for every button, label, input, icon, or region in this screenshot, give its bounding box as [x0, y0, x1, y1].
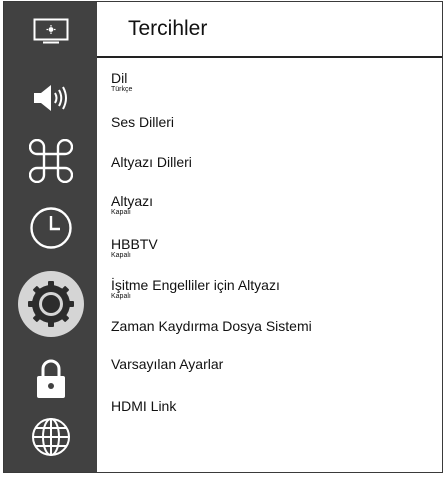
menu-item-hearing-impaired-subtitles[interactable]: İşitme Engelliler için Altyazı Kapalı [111, 277, 280, 301]
sidebar-item-preferences[interactable] [4, 271, 97, 337]
menu-item-label: Altyazı Dilleri [111, 154, 192, 170]
sidebar-item-picture[interactable] [4, 12, 97, 50]
menu-item-value: Kapalı [111, 293, 131, 300]
speaker-icon [33, 85, 67, 111]
clock-icon [29, 207, 72, 249]
menu-item-default-settings[interactable]: Varsayılan Ayarlar [111, 356, 223, 372]
lock-icon [36, 359, 65, 398]
globe-icon [31, 418, 70, 456]
menu-item-label: Zaman Kaydırma Dosya Sistemi [111, 318, 312, 334]
sidebar [4, 2, 97, 472]
page-header: Tercihler [97, 2, 442, 58]
menu-item-label: Altyazı [111, 193, 154, 209]
menu-item-value: Kapalı [111, 252, 131, 259]
menu-item-label: Dil [111, 70, 128, 86]
menu-item-label: Ses Dilleri [111, 114, 175, 130]
menu-item-label: Varsayılan Ayarlar [111, 356, 224, 372]
menu-item-audio-languages[interactable]: Ses Dilleri [111, 114, 174, 130]
sidebar-item-sound[interactable] [4, 78, 97, 118]
menu-item-hbbtv[interactable]: HBBTV Kapalı [111, 236, 158, 260]
gear-icon [27, 281, 74, 327]
menu-item-language[interactable]: Dil Türkçe [111, 70, 132, 94]
menu-item-value: Türkçe [111, 86, 133, 93]
menu-item-label: İşitme Engelliler için Altyazı [111, 277, 280, 293]
page-title: Tercihler [128, 17, 208, 40]
sidebar-item-parental-lock[interactable] [4, 357, 97, 401]
menu-item-hdmi-link[interactable]: HDMI Link [111, 398, 176, 414]
sidebar-item-timer[interactable] [4, 204, 97, 252]
menu-item-subtitles[interactable]: Altyazı Kapalı [111, 193, 153, 217]
command-icon [28, 139, 73, 183]
menu-item-timeshift-file-system[interactable]: Zaman Kaydırma Dosya Sistemi [111, 318, 312, 334]
menu-item-label: HDMI Link [111, 398, 177, 414]
menu-item-subtitle-languages[interactable]: Altyazı Dilleri [111, 154, 192, 170]
menu-item-value: Kapalı [111, 209, 131, 216]
settings-window: Tercihler Dil Türkçe Ses Dilleri Altyazı… [3, 1, 443, 473]
sidebar-item-installation[interactable] [4, 139, 97, 183]
menu-item-label: HBBTV [111, 236, 158, 252]
tv-screen-icon [33, 18, 68, 44]
sidebar-item-network[interactable] [4, 415, 97, 459]
